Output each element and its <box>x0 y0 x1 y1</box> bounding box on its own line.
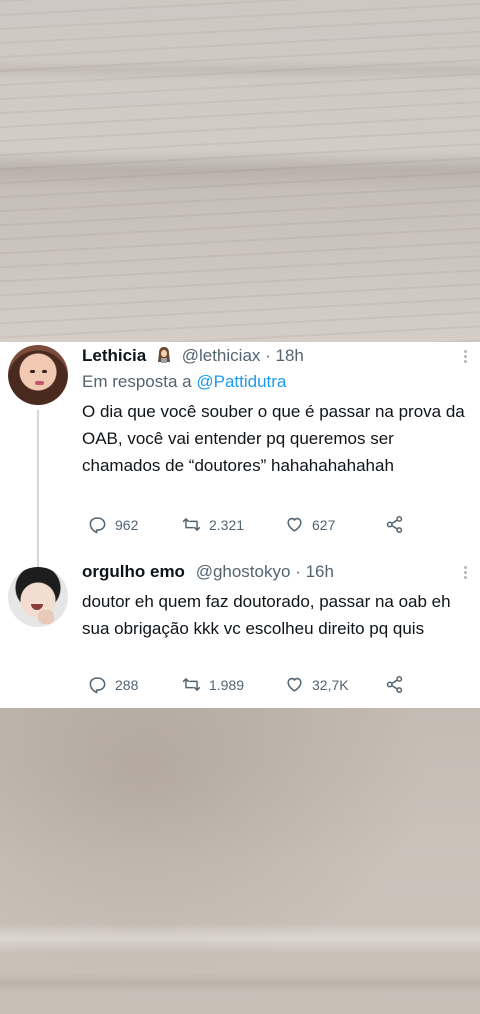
share-button[interactable] <box>385 515 412 534</box>
mention-link[interactable]: @Pattidutra <box>196 372 286 391</box>
tweet-actions: 288 1.989 32,7K <box>82 675 422 699</box>
share-icon <box>386 515 403 534</box>
heart-icon <box>287 677 302 692</box>
tweet: Lethicia @lethiciax · 18h Em resposta a … <box>0 342 480 552</box>
photo-background-bottom <box>0 708 480 1014</box>
retweet-button[interactable]: 1.989 <box>182 675 244 694</box>
heart-icon <box>287 517 302 532</box>
like-button[interactable]: 32,7K <box>285 675 349 694</box>
display-name[interactable]: orgulho emo <box>82 562 185 581</box>
photo-background-top <box>0 0 480 342</box>
retweet-count: 2.321 <box>209 516 245 533</box>
retweet-count: 1.989 <box>209 676 245 693</box>
woman-emoji-icon <box>157 346 171 369</box>
reply-icon <box>89 677 106 694</box>
tweet-header: Lethicia @lethiciax · 18h <box>82 346 466 370</box>
more-dots-icon[interactable] <box>464 350 468 366</box>
tweet-header: orgulho emo @ghostokyo · 16h <box>82 562 466 586</box>
retweet-button[interactable]: 2.321 <box>182 515 244 534</box>
reply-context: Em resposta a @Pattidutra <box>82 372 466 396</box>
reply-icon <box>89 517 106 534</box>
share-button[interactable] <box>385 675 412 694</box>
retweet-icon <box>182 518 201 531</box>
reply-button[interactable]: 288 <box>88 675 138 694</box>
user-handle[interactable]: @lethiciax <box>182 346 261 365</box>
timestamp[interactable]: · 16h <box>295 562 334 581</box>
user-handle[interactable]: @ghostokyo <box>196 562 291 581</box>
tweet: orgulho emo @ghostokyo · 16h doutor eh q… <box>0 560 480 708</box>
tweet-text: O dia que você souber o que é passar na … <box>82 402 465 475</box>
reply-count: 288 <box>115 676 139 693</box>
reply-button[interactable]: 962 <box>88 515 138 534</box>
reply-count: 962 <box>115 516 139 533</box>
retweet-icon <box>182 678 201 691</box>
tweet-actions: 962 2.321 627 <box>82 515 422 539</box>
avatar[interactable] <box>8 345 68 405</box>
tweet-text: doutor eh quem faz doutorado, passar na … <box>82 592 451 638</box>
timestamp[interactable]: · 18h <box>265 346 304 365</box>
like-count: 627 <box>312 516 336 533</box>
like-button[interactable]: 627 <box>285 515 335 534</box>
share-icon <box>386 675 403 694</box>
tweet-thread-card: Lethicia @lethiciax · 18h Em resposta a … <box>0 342 480 708</box>
reply-prefix: Em resposta a <box>82 372 192 391</box>
display-name[interactable]: Lethicia <box>82 346 146 365</box>
avatar[interactable] <box>8 567 68 627</box>
like-count: 32,7K <box>312 676 349 693</box>
more-dots-icon[interactable] <box>464 566 468 582</box>
